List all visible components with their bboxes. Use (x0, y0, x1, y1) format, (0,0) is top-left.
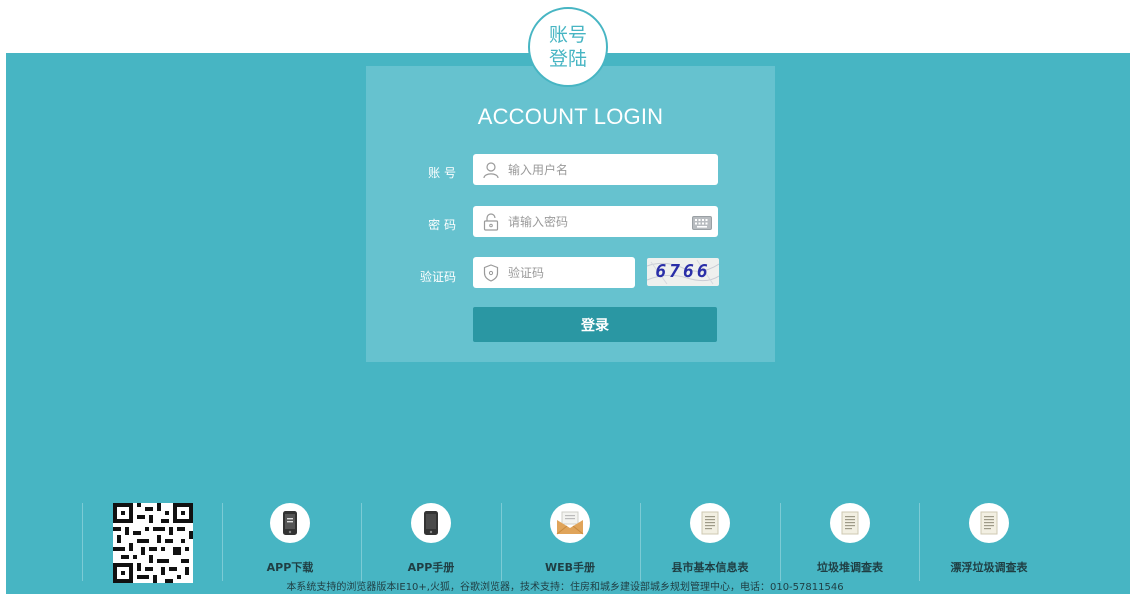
footer-divider (82, 503, 83, 581)
footer-county-info[interactable]: 县市基本信息表 (650, 503, 770, 583)
account-login-badge: 账号 登陆 (528, 7, 608, 87)
footer-label: WEB手册 (544, 561, 596, 574)
phone-download-icon (270, 503, 310, 543)
username-label: 账 号 (428, 166, 456, 180)
document-icon (690, 503, 730, 543)
login-title: ACCOUNT LOGIN (477, 104, 664, 129)
document-icon (830, 503, 870, 543)
footer-label: 漂浮垃圾调查表 (950, 561, 1028, 574)
captcha-text: 6766 (655, 261, 711, 282)
login-button[interactable]: 登录 (473, 307, 717, 342)
envelope-icon (550, 503, 590, 543)
footer-floating-garbage-survey[interactable]: 漂浮垃圾调查表 (929, 503, 1049, 583)
captcha-image[interactable]: 6766 (647, 258, 719, 286)
footer-divider (501, 503, 502, 581)
badge-line-1: 账号 (548, 24, 587, 46)
captcha-field[interactable] (473, 257, 635, 288)
keyboard-icon[interactable] (692, 215, 712, 230)
password-label: 密 码 (428, 218, 456, 232)
footer-label: APP下载 (266, 561, 314, 574)
login-panel: ACCOUNT LOGIN 账 号 密 码 验证码 6766 登录 (366, 66, 775, 362)
document-icon (969, 503, 1009, 543)
footer-divider (780, 503, 781, 581)
footer-app-download[interactable]: APP下载 (240, 503, 340, 583)
footer-app-manual[interactable]: APP手册 (381, 503, 481, 583)
footer-divider (222, 503, 223, 581)
username-field[interactable] (473, 154, 718, 185)
captcha-label: 验证码 (419, 270, 456, 284)
password-input[interactable] (506, 213, 692, 230)
footer-label: 县市基本信息表 (671, 561, 749, 574)
footer-copyright: 本系统支持的浏览器版本IE10+,火狐，谷歌浏览器，技术支持：住房和城乡建设部城… (286, 582, 844, 593)
qr-code (113, 503, 193, 583)
footer-divider (361, 503, 362, 581)
phone-icon (411, 503, 451, 543)
footer-label: 垃圾堆调查表 (817, 561, 883, 574)
user-icon (481, 160, 501, 180)
captcha-input[interactable] (506, 264, 635, 281)
footer-web-manual[interactable]: WEB手册 (520, 503, 620, 583)
footer-divider (919, 503, 920, 581)
username-input[interactable] (506, 161, 718, 178)
password-field[interactable] (473, 206, 718, 237)
footer-garbage-survey[interactable]: 垃圾堆调查表 (790, 503, 910, 583)
badge-line-2: 登陆 (548, 48, 587, 70)
footer-divider (640, 503, 641, 581)
lock-icon (481, 212, 501, 232)
shield-icon (481, 263, 501, 283)
footer-label: APP手册 (407, 561, 455, 574)
